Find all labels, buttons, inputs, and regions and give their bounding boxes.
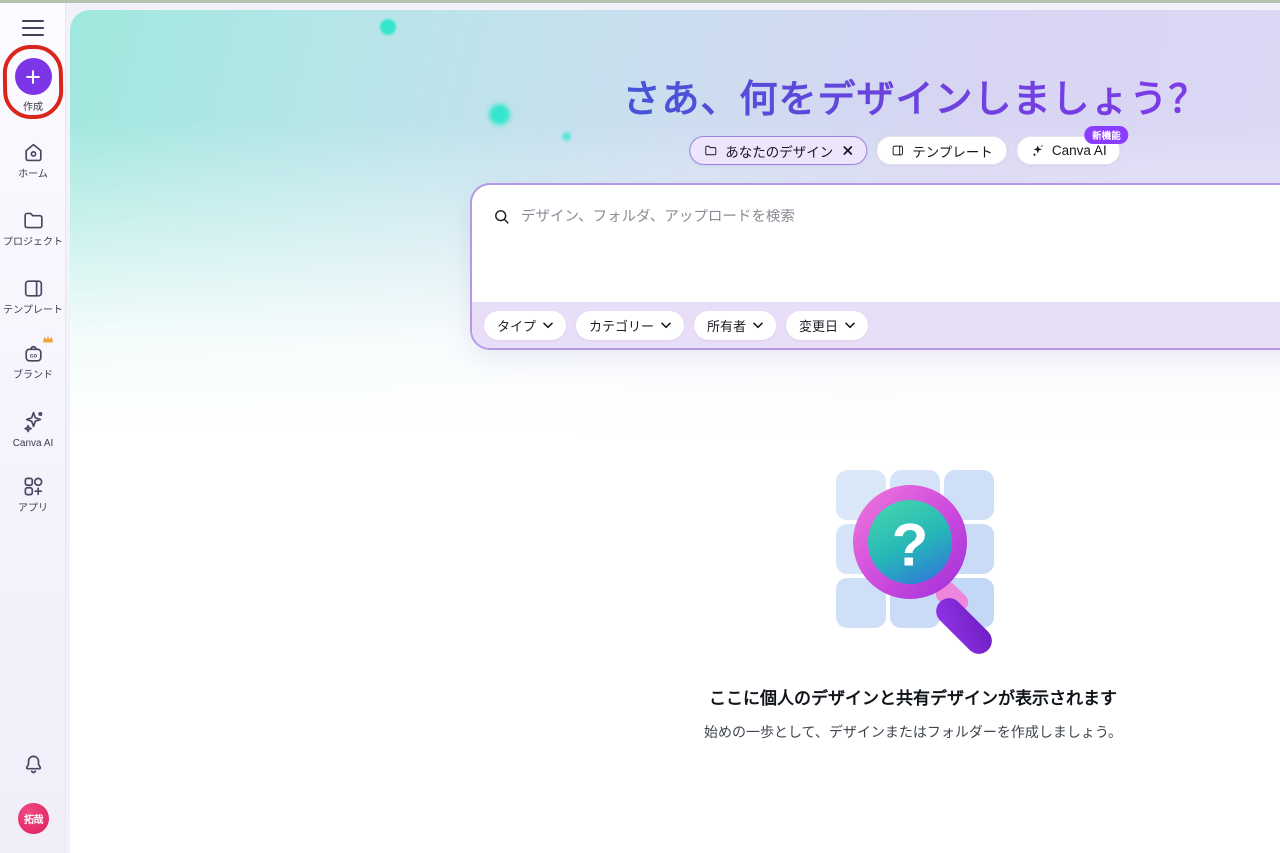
filter-label: タイプ: [497, 316, 536, 335]
decorative-dot: [380, 19, 396, 35]
tab-your-designs[interactable]: あなたのデザイン: [689, 136, 867, 165]
sidebar-item-home[interactable]: ホーム: [0, 140, 66, 180]
folder-icon: [703, 143, 718, 158]
chevron-down-icon: [661, 322, 671, 329]
empty-state-heading: ここに個人のデザインと共有デザインが表示されます: [709, 684, 1117, 709]
sparkle-icon: [1030, 143, 1045, 158]
home-icon: [21, 140, 46, 165]
sidebar-item-projects[interactable]: プロジェクト: [0, 208, 66, 248]
bell-icon: [21, 752, 46, 777]
chevron-down-icon: [845, 322, 855, 329]
filter-label: 所有者: [707, 316, 746, 335]
empty-state-illustration: ?: [823, 452, 1018, 677]
decorative-dot: [562, 132, 571, 141]
svg-text:co: co: [29, 352, 36, 359]
sidebar-item-apps[interactable]: アプリ: [0, 474, 66, 514]
template-icon: [890, 143, 905, 158]
sidebar-item-label: プロジェクト: [3, 237, 63, 248]
sparkle-icon: [21, 409, 46, 434]
decorative-dot: [489, 104, 510, 125]
sidebar-item-templates[interactable]: テンプレート: [0, 276, 66, 316]
menu-hamburger-icon[interactable]: [21, 17, 45, 39]
filter-label: 変更日: [799, 316, 838, 335]
window-top-edge: [0, 0, 1280, 3]
create-button[interactable]: 作成: [0, 58, 66, 113]
search-row: [472, 185, 1280, 226]
folder-icon: [21, 208, 46, 233]
filter-bar: タイプ カテゴリー 所有者 変更日: [472, 302, 1280, 348]
search-input[interactable]: [521, 209, 1280, 225]
filter-type[interactable]: タイプ: [484, 311, 566, 340]
chevron-down-icon: [543, 322, 553, 329]
sidebar-item-canva-ai[interactable]: Canva AI: [0, 409, 66, 449]
tab-templates[interactable]: テンプレート: [876, 136, 1007, 165]
filter-modified-date[interactable]: 変更日: [786, 311, 868, 340]
tab-canva-ai[interactable]: Canva AI 新機能: [1016, 136, 1121, 165]
create-plus-button[interactable]: [15, 58, 52, 95]
chevron-down-icon: [753, 322, 763, 329]
sidebar-item-label: Canva AI: [13, 438, 54, 449]
user-avatar[interactable]: 拓哉: [18, 803, 49, 834]
sidebar-item-label: テンプレート: [3, 305, 63, 316]
crown-icon: [42, 334, 54, 344]
search-icon: [492, 207, 511, 226]
page-title: さあ、何をデザインしましょう？: [622, 68, 1207, 123]
empty-state-subtext: 始めの一歩として、デザインまたはフォルダーを作成しましょう。: [704, 722, 1122, 742]
tab-label: テンプレート: [912, 141, 993, 161]
tab-label: あなたのデザイン: [725, 141, 833, 161]
notifications-button[interactable]: [0, 752, 66, 777]
sidebar-item-label: アプリ: [18, 503, 48, 514]
template-icon: [21, 276, 46, 301]
close-icon[interactable]: [842, 145, 853, 156]
new-feature-badge: 新機能: [1084, 126, 1129, 144]
filter-owner[interactable]: 所有者: [694, 311, 776, 340]
sidebar-item-brand[interactable]: co ブランド: [0, 341, 66, 381]
hero-tabs: あなたのデザイン テンプレート Canva AI 新機能: [689, 136, 1120, 165]
sidebar: 作成 ホーム プロジェクト テンプレート co: [0, 0, 66, 853]
create-label: 作成: [23, 98, 43, 113]
main-content: さあ、何をデザインしましょう？ あなたのデザイン テンプレート: [70, 10, 1280, 853]
tab-label: Canva AI: [1052, 143, 1107, 158]
filter-label: カテゴリー: [589, 316, 654, 335]
apps-icon: [21, 474, 46, 499]
filter-category[interactable]: カテゴリー: [576, 311, 684, 340]
plus-icon: [23, 67, 43, 87]
svg-text:?: ?: [892, 512, 929, 579]
search-panel: タイプ カテゴリー 所有者 変更日: [470, 183, 1280, 350]
sidebar-item-label: ブランド: [13, 370, 53, 381]
brand-kit-icon: co: [21, 341, 46, 366]
sidebar-item-label: ホーム: [18, 169, 48, 180]
